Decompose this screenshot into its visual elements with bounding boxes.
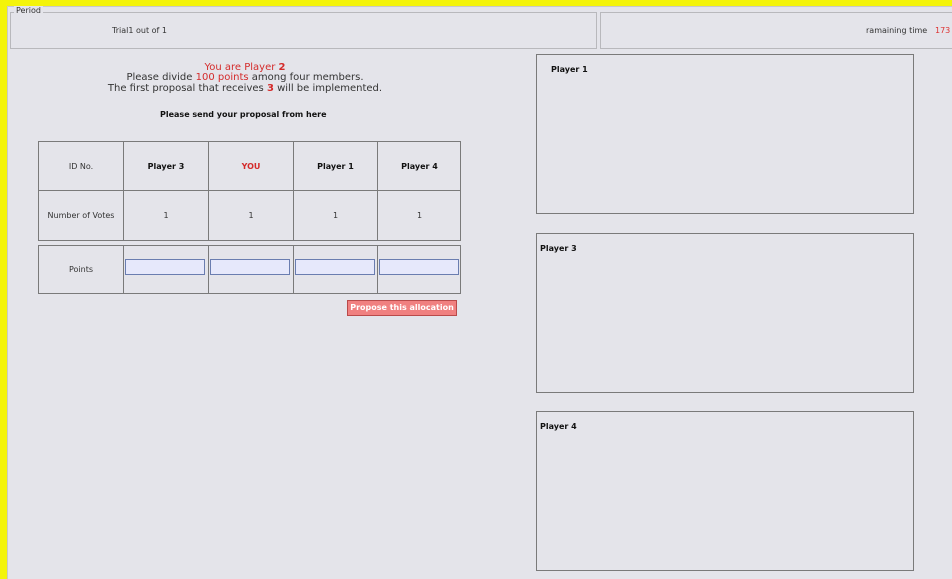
period-legend: Period	[14, 6, 43, 15]
divide-suffix: among four members.	[248, 72, 364, 83]
points-table: Points	[38, 245, 461, 294]
points-input-player1[interactable]	[295, 259, 375, 275]
votes-player1: 1	[332, 211, 339, 220]
trial-counter: Trial1 out of 1	[112, 26, 167, 35]
points-total: 100 points	[195, 72, 249, 83]
rule-suffix: will be implemented.	[273, 83, 383, 94]
column-header-you: YOU	[241, 161, 261, 171]
votes-you: 1	[248, 211, 254, 220]
votes-table: ID No. Player 3 YOU Player 1 Player 4 Nu…	[38, 141, 461, 241]
instruction-rule: The first proposal that receives 3 will …	[80, 83, 410, 94]
propose-allocation-button[interactable]: Propose this allocation	[347, 300, 457, 316]
player3-panel: Player 3	[536, 233, 914, 393]
column-header-player3: Player 3	[147, 161, 185, 171]
period-panel	[10, 12, 597, 49]
player1-panel-title: Player 1	[551, 65, 588, 74]
required-votes: 3	[266, 83, 274, 94]
points-input-player4[interactable]	[379, 259, 459, 275]
points-label: Points	[68, 265, 94, 274]
player3-panel-title: Player 3	[540, 244, 577, 253]
rule-prefix: The first proposal that receives	[107, 83, 267, 94]
votes-player4: 1	[416, 211, 423, 220]
timer-label: ramaining time	[866, 26, 928, 35]
id-header: ID No.	[68, 161, 94, 171]
divide-prefix: Please divide	[126, 72, 196, 83]
send-proposal-label: Please send your proposal from here	[160, 110, 327, 119]
column-header-player4: Player 4	[401, 161, 438, 171]
column-header-player1: Player 1	[317, 161, 354, 171]
votes-player3: 1	[163, 211, 169, 220]
timer-value: 173	[935, 26, 951, 35]
player4-panel-title: Player 4	[540, 422, 577, 431]
player4-panel: Player 4	[536, 411, 914, 571]
votes-label: Number of Votes	[47, 211, 115, 220]
instruction-divide: Please divide 100 points among four memb…	[80, 72, 410, 83]
points-input-you[interactable]	[210, 259, 290, 275]
player1-panel: Player 1	[536, 54, 914, 214]
points-input-player3[interactable]	[125, 259, 205, 275]
